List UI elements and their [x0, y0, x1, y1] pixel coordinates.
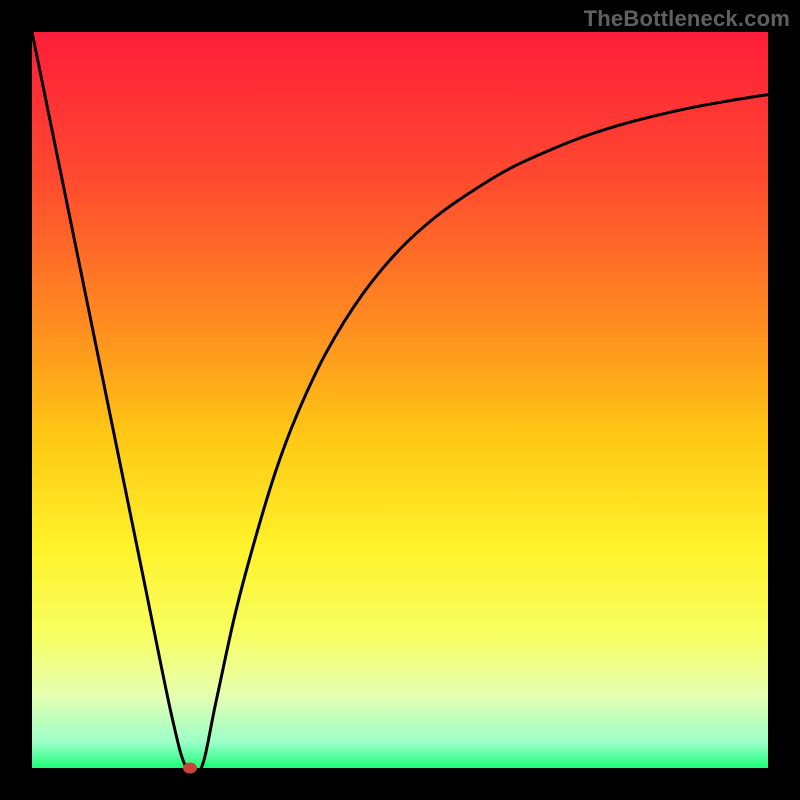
bottleneck-chart	[32, 32, 768, 768]
chart-frame	[32, 32, 768, 768]
gradient-background	[32, 32, 768, 768]
optimal-point-marker	[183, 763, 197, 774]
watermark-text: TheBottleneck.com	[584, 6, 790, 32]
